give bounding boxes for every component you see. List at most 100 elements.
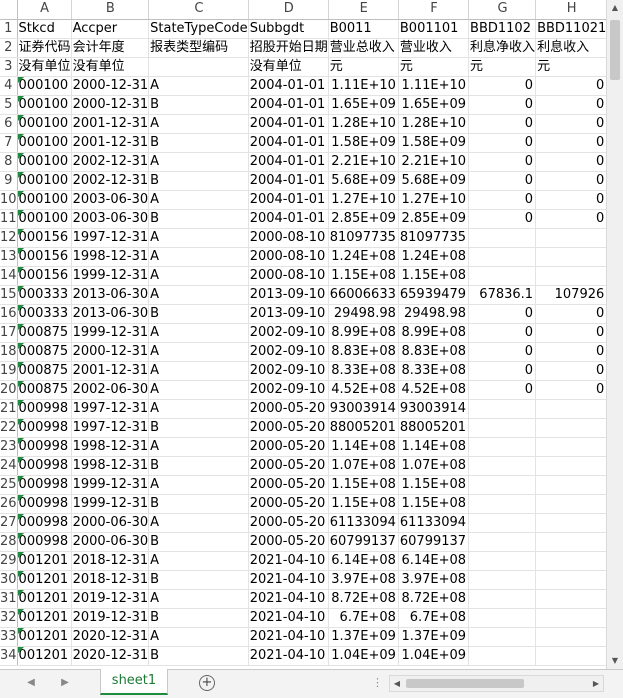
cell-d14[interactable]: 2000-08-10: [248, 266, 329, 286]
cell-f18[interactable]: 8.83E+08: [398, 342, 470, 362]
cell-d28[interactable]: 2000-05-20: [248, 532, 329, 552]
cell-d32[interactable]: 2021-04-10: [248, 608, 329, 628]
cell-f15[interactable]: 65939479: [398, 285, 470, 305]
cell-f12[interactable]: 81097735: [398, 228, 470, 248]
cell-f7[interactable]: 1.58E+09: [398, 133, 470, 153]
cell-h8[interactable]: 0: [535, 152, 606, 172]
cell-g18[interactable]: 0: [468, 342, 537, 362]
cell-e14[interactable]: 1.15E+08: [328, 266, 399, 286]
cell-e16[interactable]: 29498.98: [328, 304, 399, 324]
cell-d21[interactable]: 2000-05-20: [248, 399, 329, 419]
cell-g14[interactable]: [468, 266, 537, 286]
cell-d16[interactable]: 2013-09-10: [248, 304, 329, 324]
cell-c3[interactable]: [148, 57, 249, 77]
cell-g24[interactable]: [468, 456, 537, 476]
cell-g34[interactable]: [468, 646, 537, 666]
cell-a34[interactable]: 001201: [17, 646, 72, 666]
row-header[interactable]: 20: [0, 380, 18, 400]
cell-a7[interactable]: 000100: [17, 133, 72, 153]
cell-d8[interactable]: 2004-01-01: [248, 152, 329, 172]
cell-a28[interactable]: 000998: [17, 532, 72, 552]
row-header[interactable]: 26: [0, 494, 18, 514]
cell-e10[interactable]: 1.27E+10: [328, 190, 399, 210]
cell-h20[interactable]: 0: [535, 380, 606, 400]
cell-h12[interactable]: [535, 228, 606, 248]
cell-g26[interactable]: [468, 494, 537, 514]
cell-e2[interactable]: 营业总收入: [328, 38, 399, 58]
cell-a33[interactable]: 001201: [17, 627, 72, 647]
cell-f17[interactable]: 8.99E+08: [398, 323, 470, 343]
row-header[interactable]: 6: [0, 114, 18, 134]
cell-b2[interactable]: 会计年度: [71, 38, 150, 58]
cell-h5[interactable]: 0: [535, 95, 606, 115]
cell-a1[interactable]: Stkcd: [17, 19, 72, 39]
cell-h15[interactable]: 107926: [535, 285, 606, 305]
cell-c25[interactable]: A: [148, 475, 249, 495]
cell-d2[interactable]: 招股开始日期: [248, 38, 329, 58]
cell-c6[interactable]: A: [148, 114, 249, 134]
cell-c29[interactable]: A: [148, 551, 249, 571]
cell-g1[interactable]: BBD1102: [468, 19, 537, 39]
tab-sheet1[interactable]: sheet1: [100, 669, 168, 695]
cell-d5[interactable]: 2004-01-01: [248, 95, 329, 115]
cell-f19[interactable]: 8.33E+08: [398, 361, 470, 381]
cell-b3[interactable]: 没有单位: [71, 57, 150, 77]
cell-d27[interactable]: 2000-05-20: [248, 513, 329, 533]
row-header[interactable]: 3: [0, 57, 18, 77]
cell-d18[interactable]: 2002-09-10: [248, 342, 329, 362]
cell-b10[interactable]: 2003-06-30: [71, 190, 150, 210]
cell-a16[interactable]: 000333: [17, 304, 72, 324]
cell-c5[interactable]: B: [148, 95, 249, 115]
cell-c31[interactable]: A: [148, 589, 249, 609]
cell-a10[interactable]: 000100: [17, 190, 72, 210]
cell-a4[interactable]: 000100: [17, 76, 72, 96]
cell-f1[interactable]: B001101: [398, 19, 470, 39]
scroll-up-icon[interactable]: ▲: [607, 0, 623, 16]
cell-h13[interactable]: [535, 247, 606, 267]
cell-h22[interactable]: [535, 418, 606, 438]
column-header-a[interactable]: A: [17, 0, 72, 20]
horizontal-scrollbar[interactable]: ◀ ▶: [389, 675, 604, 692]
cell-e13[interactable]: 1.24E+08: [328, 247, 399, 267]
cell-g30[interactable]: [468, 570, 537, 590]
cell-e5[interactable]: 1.65E+09: [328, 95, 399, 115]
cell-b21[interactable]: 1997-12-31: [71, 399, 150, 419]
cell-b16[interactable]: 2013-06-30: [71, 304, 150, 324]
scroll-down-icon[interactable]: ▼: [607, 653, 623, 669]
cell-f27[interactable]: 61133094: [398, 513, 470, 533]
row-header[interactable]: 9: [0, 171, 18, 191]
cell-c2[interactable]: 报表类型编码: [148, 38, 249, 58]
cell-a17[interactable]: 000875: [17, 323, 72, 343]
cell-f2[interactable]: 营业收入: [398, 38, 470, 58]
cell-e18[interactable]: 8.83E+08: [328, 342, 399, 362]
cell-f9[interactable]: 5.68E+09: [398, 171, 470, 191]
cell-h9[interactable]: 0: [535, 171, 606, 191]
column-header-g[interactable]: G: [468, 0, 537, 20]
cell-f4[interactable]: 1.11E+10: [398, 76, 470, 96]
cell-d10[interactable]: 2004-01-01: [248, 190, 329, 210]
cell-d13[interactable]: 2000-08-10: [248, 247, 329, 267]
cell-g11[interactable]: 0: [468, 209, 537, 229]
cell-h16[interactable]: 0: [535, 304, 606, 324]
cell-b30[interactable]: 2018-12-31: [71, 570, 150, 590]
cell-b29[interactable]: 2018-12-31: [71, 551, 150, 571]
cell-c30[interactable]: B: [148, 570, 249, 590]
cell-f16[interactable]: 29498.98: [398, 304, 470, 324]
cell-a6[interactable]: 000100: [17, 114, 72, 134]
row-header[interactable]: 31: [0, 589, 18, 609]
cell-a8[interactable]: 000100: [17, 152, 72, 172]
cell-c13[interactable]: A: [148, 247, 249, 267]
cell-b17[interactable]: 1999-12-31: [71, 323, 150, 343]
cell-h1[interactable]: BBD11021: [535, 19, 606, 39]
cell-g25[interactable]: [468, 475, 537, 495]
cell-a22[interactable]: 000998: [17, 418, 72, 438]
cell-b26[interactable]: 1999-12-31: [71, 494, 150, 514]
cell-c32[interactable]: B: [148, 608, 249, 628]
cell-b14[interactable]: 1999-12-31: [71, 266, 150, 286]
cell-h32[interactable]: [535, 608, 606, 628]
cell-e11[interactable]: 2.85E+09: [328, 209, 399, 229]
cell-b9[interactable]: 2002-12-31: [71, 171, 150, 191]
column-header-b[interactable]: B: [71, 0, 150, 20]
cell-h24[interactable]: [535, 456, 606, 476]
cell-c15[interactable]: A: [148, 285, 249, 305]
